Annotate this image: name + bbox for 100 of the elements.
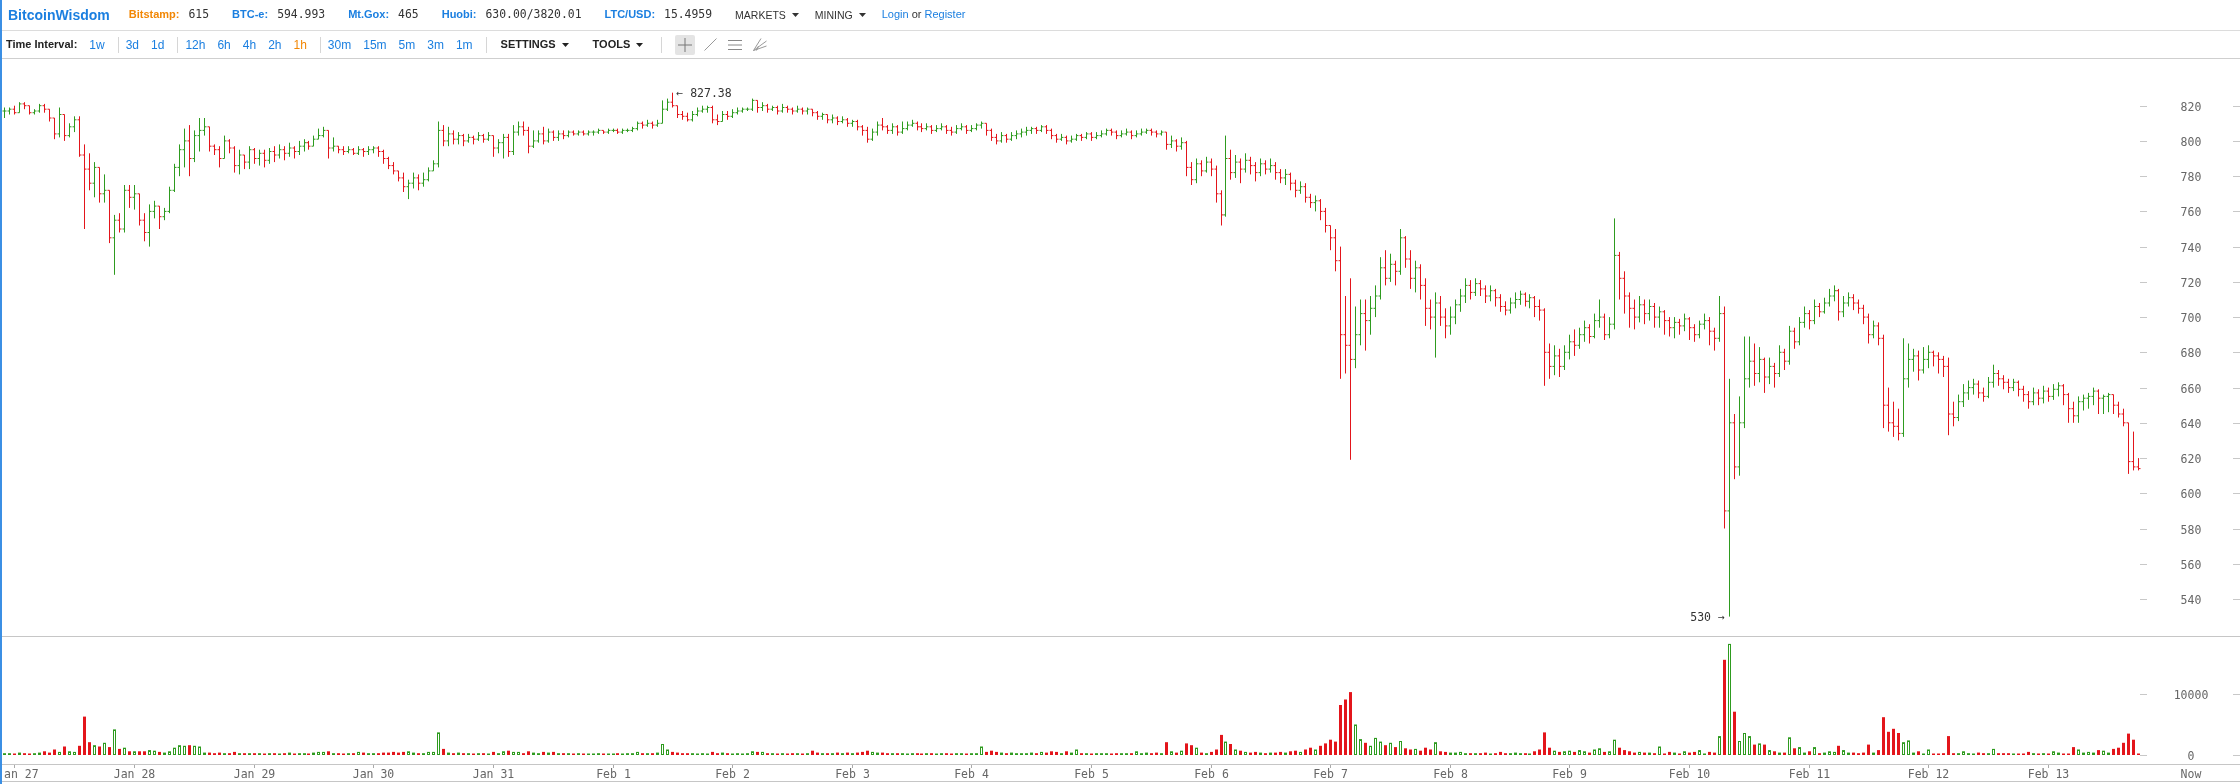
diagonal-line-icon [703,38,717,51]
axis-tick [493,764,494,769]
fan-lines-icon [753,38,768,51]
axis-label: 780 [2180,169,2202,184]
axis-tick [2232,282,2240,283]
axis-tick [2232,352,2240,353]
menu-dropdown[interactable]: MARKETS [735,8,799,22]
menu-dropdown[interactable]: MINING [814,8,866,22]
axis-tick [2139,176,2148,177]
axis-tick [134,764,135,769]
date-label: Feb 4 [954,767,989,781]
price-annotation: 530 → [1690,609,1725,624]
axis-tick [2139,694,2148,695]
axis-tick [2139,599,2148,600]
market-price: 594.993 [277,8,326,22]
caret-icon [858,13,866,17]
register-link[interactable]: Register [924,8,966,22]
date-label: Feb 8 [1433,767,1468,781]
date-label: an 27 [4,767,39,781]
date-label: Jan 28 [113,767,156,781]
menu-dropdown[interactable]: TOOLS [592,37,644,52]
date-label: Feb 10 [1668,767,1711,781]
interval-button[interactable]: 1m [449,36,479,53]
date-label: Feb 9 [1552,767,1587,781]
interval-button[interactable]: 3m [421,36,450,53]
axis-label: 660 [2180,381,2202,396]
axis-tick [1809,764,1810,769]
axis-tick [2139,282,2148,283]
axis-tick [2232,247,2240,248]
interval-label: Time Interval: [6,37,78,52]
axis-tick [2139,388,2148,389]
axis-label: 800 [2180,134,2202,149]
axis-tick [1689,764,1690,769]
site-logo[interactable]: BitcoinWisdom [8,6,110,24]
market-link[interactable]: Mt.Gox: [348,8,390,22]
axis-label: 720 [2180,275,2202,290]
interval-button[interactable]: 30m [321,36,358,53]
date-label: Feb 3 [835,767,870,781]
date-label: Feb 12 [1907,767,1950,781]
interval-button[interactable]: 12h [179,36,212,53]
market-price: 615 [188,8,210,22]
axis-tick [971,764,972,769]
axis-label: 600 [2180,486,2202,501]
axis-tick [2232,458,2240,459]
drawing-tool-button[interactable] [675,34,696,55]
axis-tick [613,764,614,769]
interval-button[interactable]: 1w [83,36,111,53]
axis-label: 700 [2180,310,2202,325]
date-label: Jan 30 [352,767,395,781]
interval-button[interactable]: 4h [236,36,263,53]
caret-icon [636,42,644,47]
interval-button[interactable]: 15m [357,36,393,53]
axis-tick [2139,564,2148,565]
axis-label: 740 [2180,240,2202,255]
login-link[interactable]: Login [881,8,909,22]
axis-tick [2232,564,2240,565]
axis-tick [1330,764,1331,769]
crosshair-icon [678,37,693,52]
axis-tick [2232,599,2240,600]
axis-tick [2139,529,2148,530]
axis-tick [2232,423,2240,424]
market-link[interactable]: BTC-e: [232,8,269,22]
axis-tick [1450,764,1451,769]
market-link[interactable]: LTC/USD: [604,8,656,22]
axis-tick [2139,423,2148,424]
horizontal-lines-icon [728,39,743,50]
market-price: 15.4959 [664,8,713,22]
axis-tick [14,764,15,769]
date-label: Jan 31 [472,767,515,781]
axis-tick [2232,529,2240,530]
axis-tick [2232,755,2240,756]
caret-icon [561,42,569,47]
date-label: Feb 5 [1074,767,1109,781]
interval-button[interactable]: 5m [392,36,422,53]
axis-tick [2048,764,2049,769]
market-price: 630.00/3820.01 [485,8,582,22]
market-link[interactable]: Bitstamp: [128,8,180,22]
axis-tick [2232,176,2240,177]
date-label: Feb 6 [1194,767,1229,781]
interval-button[interactable]: 2h [262,36,288,53]
axis-tick [2232,388,2240,389]
menu-dropdown[interactable]: SETTINGS [500,37,569,52]
interval-button[interactable]: 3d [119,36,146,53]
price-annotation: ← 827.38 [676,85,732,100]
interval-button[interactable]: 6h [211,36,237,53]
axis-tick [2139,493,2148,494]
axis-tick [2139,141,2148,142]
date-label: Feb 1 [596,767,631,781]
axis-tick [2232,211,2240,212]
date-label: Jan 29 [233,767,276,781]
axis-label: 820 [2180,99,2202,114]
axis-label: 560 [2180,557,2202,572]
axis-tick [2139,106,2148,107]
market-link[interactable]: Huobi: [441,8,477,22]
axis-tick [1928,764,1929,769]
interval-button[interactable]: 1d [145,36,171,53]
axis-tick [2139,458,2148,459]
axis-tick [2139,755,2148,756]
interval-button[interactable]: 1h [287,36,313,53]
axis-label: 580 [2180,522,2202,537]
